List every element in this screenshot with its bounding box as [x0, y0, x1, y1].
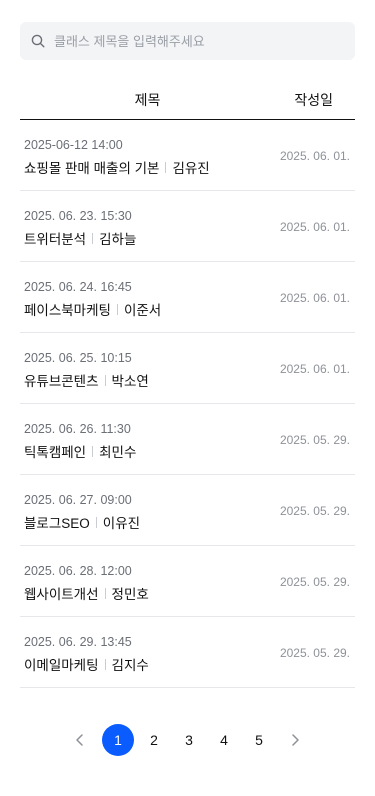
pagination: 1 2 3 4 5	[0, 724, 375, 756]
search-icon	[31, 34, 45, 48]
row-created-date: 2025. 06. 01.	[279, 291, 350, 305]
table-row[interactable]: 2025. 06. 28. 12:00 웹사이트개선 정민호 2025. 05.…	[20, 546, 355, 617]
row-author: 김유진	[172, 161, 210, 176]
row-datetime: 2025. 06. 29. 13:45	[24, 635, 132, 649]
row-author: 박소연	[111, 374, 149, 389]
class-list: 2025-06-12 14:00 쇼핑몰 판매 매출의 기본 김유진 2025.…	[20, 120, 355, 688]
page: 제목 작성일 2025-06-12 14:00 쇼핑몰 판매 매출의 기본 김유…	[0, 0, 375, 796]
row-divider	[92, 445, 94, 457]
column-header-title: 제목	[134, 92, 161, 108]
table-row[interactable]: 2025. 06. 24. 16:45 페이스북마케팅 이준서 2025. 06…	[20, 262, 355, 333]
row-title-line: 이메일마케팅 김지수	[24, 654, 149, 674]
row-author: 이유진	[102, 516, 141, 531]
row-created-date: 2025. 06. 01.	[279, 220, 350, 234]
row-title-line: 틱톡캠페인 최민수	[24, 441, 136, 461]
row-created-date: 2025. 06. 01.	[279, 362, 350, 376]
row-datetime: 2025-06-12 14:00	[24, 138, 123, 152]
chevron-right-icon	[292, 734, 299, 746]
row-datetime: 2025. 06. 28. 12:00	[24, 564, 132, 578]
row-datetime: 2025. 06. 23. 15:30	[24, 209, 132, 223]
page-button-3[interactable]: 3	[173, 724, 205, 756]
row-created-date: 2025. 05. 29.	[279, 575, 350, 589]
row-divider	[104, 587, 106, 599]
page-button-2[interactable]: 2	[138, 724, 170, 756]
row-title-line: 트위터분석 김하늘	[24, 228, 136, 248]
row-title-line: 쇼핑몰 판매 매출의 기본 김유진	[24, 157, 210, 177]
row-title-line: 유튜브콘텐츠 박소연	[24, 370, 149, 390]
column-header-date: 작성일	[294, 92, 333, 108]
table-row[interactable]: 2025. 06. 29. 13:45 이메일마케팅 김지수 2025. 05.…	[20, 617, 355, 688]
row-divider	[116, 303, 118, 315]
row-author: 김하늘	[99, 232, 137, 247]
row-created-date: 2025. 05. 29.	[279, 504, 350, 518]
page-button-4[interactable]: 4	[208, 724, 240, 756]
row-title[interactable]: 웹사이트개선	[24, 583, 99, 603]
table-row[interactable]: 2025. 06. 25. 10:15 유튜브콘텐츠 박소연 2025. 06.…	[20, 333, 355, 404]
row-author: 김지수	[111, 658, 149, 673]
page-button-5[interactable]: 5	[243, 724, 275, 756]
search-bar[interactable]	[20, 22, 355, 60]
row-title-line: 페이스북마케팅 이준서	[24, 299, 161, 319]
table-row[interactable]: 2025. 06. 26. 11:30 틱톡캠페인 최민수 2025. 05. …	[20, 404, 355, 475]
table-row[interactable]: 2025-06-12 14:00 쇼핑몰 판매 매출의 기본 김유진 2025.…	[20, 120, 355, 191]
row-author: 최민수	[99, 445, 137, 460]
search-input[interactable]	[54, 26, 334, 56]
page-button-1[interactable]: 1	[102, 724, 134, 756]
row-divider	[92, 232, 94, 244]
next-page-button[interactable]	[279, 724, 311, 756]
row-created-date: 2025. 05. 29.	[279, 646, 350, 660]
row-title[interactable]: 트위터분석	[24, 228, 86, 248]
row-title[interactable]: 이메일마케팅	[24, 654, 99, 674]
row-divider	[165, 161, 167, 173]
row-title[interactable]: 블로그SEO	[24, 512, 90, 532]
row-author: 이준서	[123, 303, 162, 318]
row-datetime: 2025. 06. 24. 16:45	[24, 280, 132, 294]
row-title-line: 웹사이트개선 정민호	[24, 583, 149, 603]
row-divider	[95, 516, 97, 528]
row-divider	[104, 374, 106, 386]
table-row[interactable]: 2025. 06. 27. 09:00 블로그SEO 이유진 2025. 05.…	[20, 475, 355, 546]
row-created-date: 2025. 05. 29.	[279, 433, 350, 447]
row-created-date: 2025. 06. 01.	[279, 149, 350, 163]
row-datetime: 2025. 06. 27. 09:00	[24, 493, 132, 507]
table-header: 제목 작성일	[20, 78, 355, 120]
row-title[interactable]: 페이스북마케팅	[24, 299, 111, 319]
row-title-line: 블로그SEO 이유진	[24, 512, 140, 532]
row-title[interactable]: 쇼핑몰 판매 매출의 기본	[24, 157, 159, 177]
table-row[interactable]: 2025. 06. 23. 15:30 트위터분석 김하늘 2025. 06. …	[20, 191, 355, 262]
row-author: 정민호	[111, 587, 149, 602]
row-title[interactable]: 틱톡캠페인	[24, 441, 86, 461]
chevron-left-icon	[76, 734, 83, 746]
row-datetime: 2025. 06. 25. 10:15	[24, 351, 132, 365]
row-title[interactable]: 유튜브콘텐츠	[24, 370, 99, 390]
row-datetime: 2025. 06. 26. 11:30	[24, 422, 131, 436]
prev-page-button[interactable]	[64, 724, 96, 756]
row-divider	[104, 658, 106, 670]
